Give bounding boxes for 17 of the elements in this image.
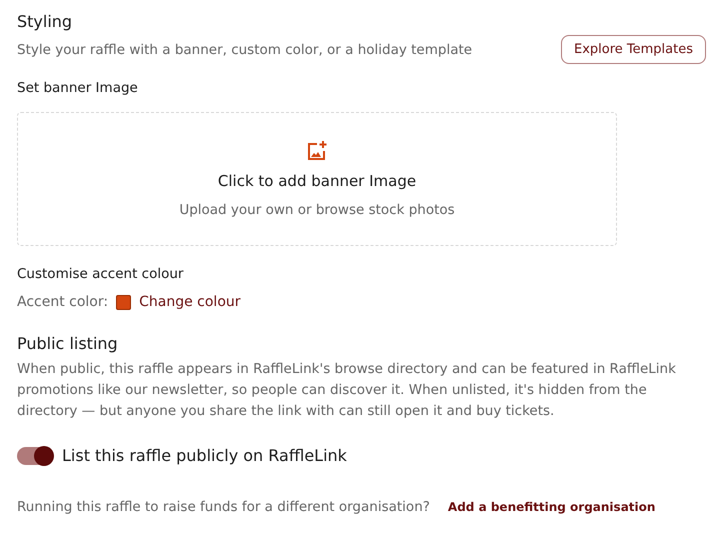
explore-templates-button[interactable]: Explore Templates bbox=[560, 35, 706, 64]
add-organisation-link[interactable]: Add a benefitting organisation bbox=[448, 500, 656, 514]
toggle-label: List this raffle publicly on RaffleLink bbox=[62, 446, 347, 465]
add-image-icon bbox=[306, 140, 328, 162]
accent-label: Customise accent colour bbox=[17, 266, 184, 282]
footer-question: Running this raffle to raise funds for a different organisation? bbox=[17, 499, 430, 515]
section-title: Styling bbox=[17, 12, 74, 31]
banner-dropzone[interactable]: Click to add banner Image Upload your own or browse stock photos bbox=[17, 112, 617, 246]
accent-prefix: Accent color: bbox=[17, 294, 108, 310]
change-colour-link[interactable]: Change colour bbox=[139, 294, 241, 310]
section-title: Public listing bbox=[17, 334, 119, 353]
banner-label: Set banner Image bbox=[17, 80, 139, 96]
dropzone-title: Click to add banner Image bbox=[218, 172, 416, 190]
section-description: Style your raffle with a banner, custom color, or a holiday template bbox=[17, 42, 472, 58]
dropzone-hint: Upload your own or browse stock photos bbox=[179, 202, 455, 218]
listing-description: When public, this raffle appears in RaffleLink's browse directory and can be featured in RaffleLink promotions like our newsletter, so people can discover it. When unlisted, it's hidden from the directory — but anyone you share the link with can still open it and buy tickets. bbox=[17, 360, 677, 421]
listing-toggle[interactable] bbox=[17, 446, 53, 464]
